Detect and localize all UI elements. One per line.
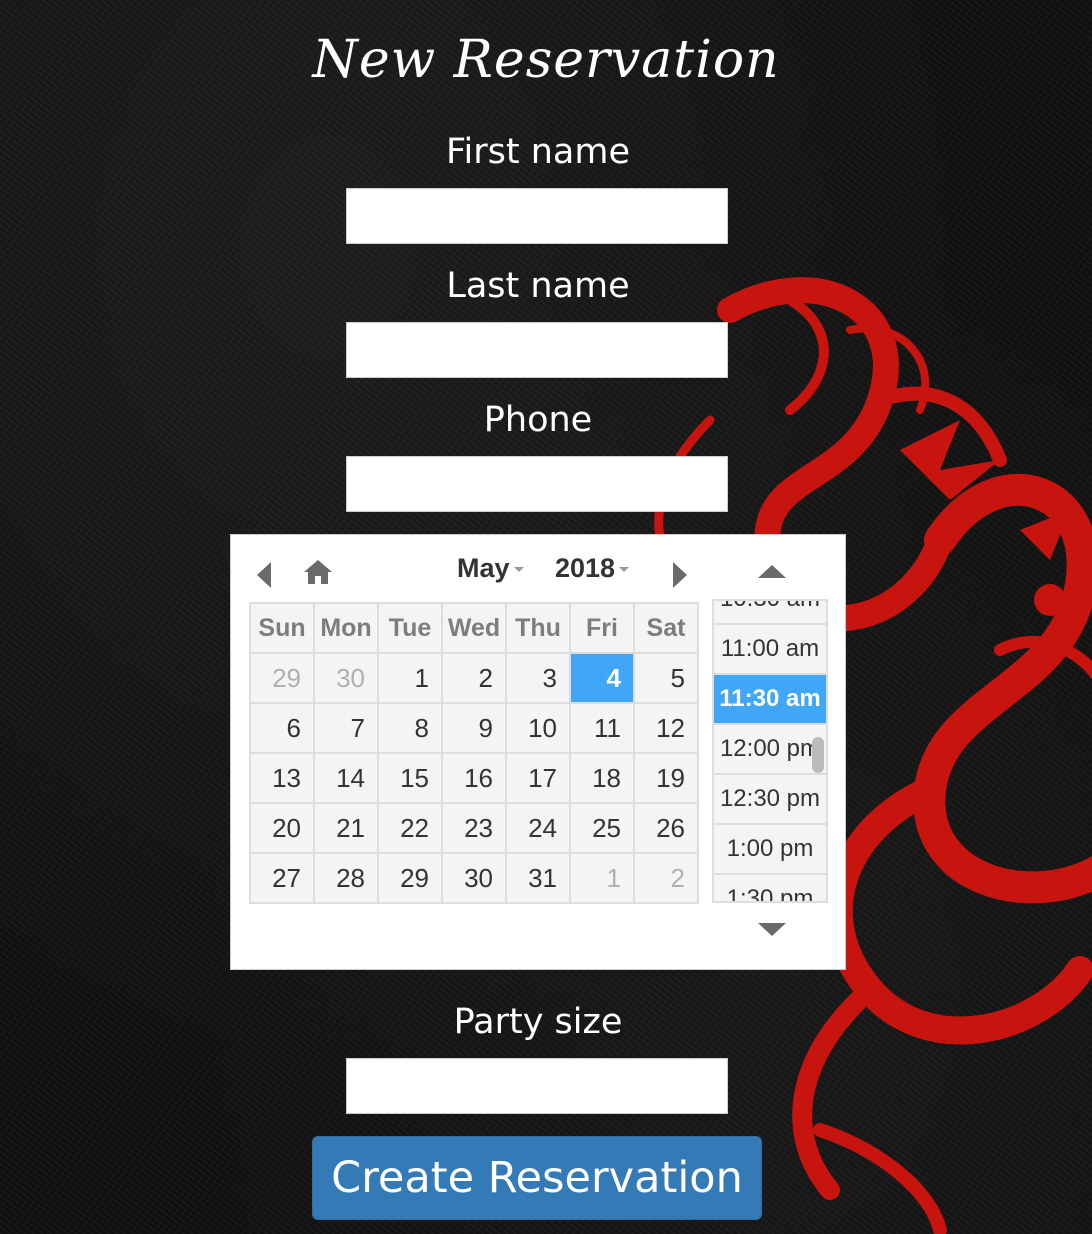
home-icon[interactable] (303, 559, 333, 585)
calendar-day[interactable]: 23 (441, 802, 507, 854)
phone-label: Phone (483, 400, 593, 440)
calendar-grid: Sun Mon Tue Wed Thu Fri Sat 29 30 1 2 3 4 5 6 7 8 9 10 11 1… (249, 602, 699, 904)
page-title: New Reservation (312, 30, 780, 90)
calendar-day[interactable]: 25 (569, 802, 635, 854)
calendar-day[interactable]: 19 (633, 752, 699, 804)
last-name-label: Last name (446, 266, 630, 306)
time-slot[interactable]: 11:00 am (714, 625, 826, 675)
weekday-header: Wed (441, 602, 507, 654)
party-size-input[interactable] (346, 1058, 728, 1114)
datetime-picker: May 2018 Sun Mon Tue Wed Thu Fri Sat 29 30 1 2 3 4 5… (230, 534, 846, 970)
create-reservation-button[interactable]: Create Reservation (312, 1136, 762, 1220)
calendar-day[interactable]: 24 (505, 802, 571, 854)
calendar-day[interactable]: 22 (377, 802, 443, 854)
calendar-day[interactable]: 2 (633, 852, 699, 904)
calendar-day[interactable]: 6 (249, 702, 315, 754)
calendar-day[interactable]: 31 (505, 852, 571, 904)
year-select[interactable]: 2018 (555, 553, 630, 584)
chevron-up-icon[interactable] (758, 565, 786, 578)
calendar-day[interactable]: 12 (633, 702, 699, 754)
calendar-day[interactable]: 7 (313, 702, 379, 754)
calendar-day[interactable]: 9 (441, 702, 507, 754)
calendar-day[interactable]: 20 (249, 802, 315, 854)
phone-input[interactable] (346, 456, 728, 512)
calendar-day-selected[interactable]: 4 (569, 652, 635, 704)
chevron-right-icon[interactable] (673, 562, 687, 588)
calendar-day[interactable]: 15 (377, 752, 443, 804)
calendar-day[interactable]: 17 (505, 752, 571, 804)
time-slot[interactable]: 10:30 am (714, 601, 826, 625)
calendar-day[interactable]: 13 (249, 752, 315, 804)
chevron-left-icon[interactable] (257, 562, 271, 588)
weekday-header-row: Sun Mon Tue Wed Thu Fri Sat (249, 602, 699, 654)
time-slot[interactable]: 1:30 pm (714, 875, 826, 901)
calendar-day[interactable]: 30 (313, 652, 379, 704)
calendar-day[interactable]: 21 (313, 802, 379, 854)
calendar-day[interactable]: 27 (249, 852, 315, 904)
last-name-input[interactable] (346, 322, 728, 378)
time-slot[interactable]: 12:30 pm (714, 775, 826, 825)
calendar-week-row: 6 7 8 9 10 11 12 (249, 702, 699, 754)
weekday-header: Fri (569, 602, 635, 654)
calendar-day[interactable]: 8 (377, 702, 443, 754)
calendar-day[interactable]: 3 (505, 652, 571, 704)
calendar-day[interactable]: 1 (569, 852, 635, 904)
weekday-header: Tue (377, 602, 443, 654)
time-slot[interactable]: 12:00 pm (714, 725, 826, 775)
calendar-week-row: 20 21 22 23 24 25 26 (249, 802, 699, 854)
time-list-items: 10:30 am11:00 am11:30 am12:00 pm12:30 pm… (714, 601, 826, 901)
calendar-day[interactable]: 26 (633, 802, 699, 854)
time-slot[interactable]: 1:00 pm (714, 825, 826, 875)
calendar-day[interactable]: 2 (441, 652, 507, 704)
caret-down-icon (513, 567, 524, 573)
calendar-day[interactable]: 10 (505, 702, 571, 754)
first-name-label: First name (445, 132, 631, 172)
month-label: May (457, 553, 510, 583)
calendar-day[interactable]: 14 (313, 752, 379, 804)
calendar-day[interactable]: 1 (377, 652, 443, 704)
calendar-day[interactable]: 16 (441, 752, 507, 804)
calendar-body: 29 30 1 2 3 4 5 6 7 8 9 10 11 12 13 14 15 16 17 18 19 20 21 22 2… (249, 652, 699, 904)
calendar-day[interactable]: 11 (569, 702, 635, 754)
calendar-day[interactable]: 30 (441, 852, 507, 904)
weekday-header: Thu (505, 602, 571, 654)
calendar-week-row: 13 14 15 16 17 18 19 (249, 752, 699, 804)
chevron-down-icon[interactable] (758, 923, 786, 936)
calendar-day[interactable]: 28 (313, 852, 379, 904)
first-name-input[interactable] (346, 188, 728, 244)
time-slot-selected[interactable]: 11:30 am (714, 675, 826, 725)
calendar-week-row: 27 28 29 30 31 1 2 (249, 852, 699, 904)
calendar-week-row: 29 30 1 2 3 4 5 (249, 652, 699, 704)
caret-down-icon (619, 567, 630, 573)
month-select[interactable]: May (457, 553, 524, 584)
calendar-day[interactable]: 5 (633, 652, 699, 704)
calendar-day[interactable]: 29 (249, 652, 315, 704)
year-label: 2018 (555, 553, 616, 583)
party-size-label: Party size (453, 1002, 623, 1042)
calendar-day[interactable]: 18 (569, 752, 635, 804)
time-list-scrollbar[interactable] (812, 737, 824, 773)
time-list[interactable]: 10:30 am11:00 am11:30 am12:00 pm12:30 pm… (712, 599, 828, 903)
calendar-day[interactable]: 29 (377, 852, 443, 904)
weekday-header: Sat (633, 602, 699, 654)
weekday-header: Mon (313, 602, 379, 654)
weekday-header: Sun (249, 602, 315, 654)
